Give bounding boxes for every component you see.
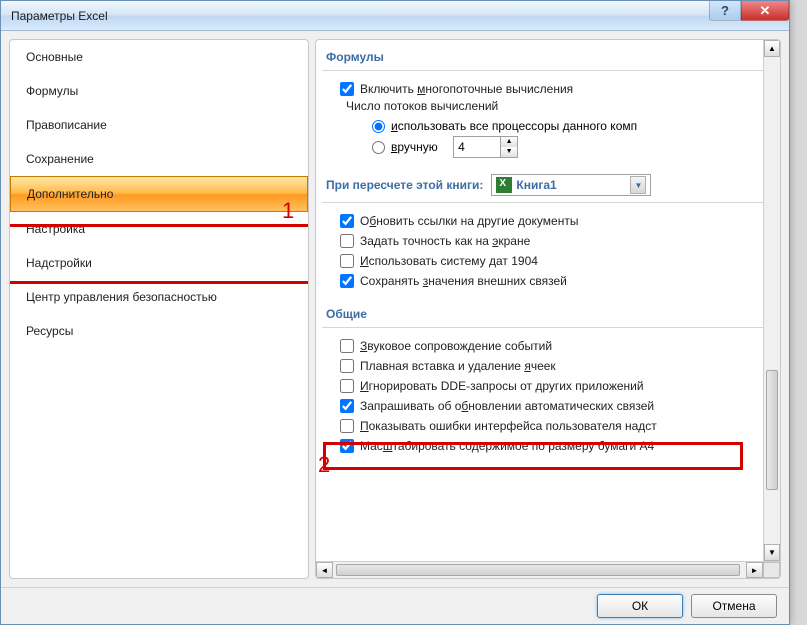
checkbox-update-links[interactable] — [340, 214, 354, 228]
label-external-links: Сохранять значения внешних связей — [360, 274, 567, 288]
options-panel: Формулы Включить многопоточные вычислени… — [315, 39, 781, 579]
checkbox-smooth-insert[interactable] — [340, 359, 354, 373]
checkbox-ignore-dde[interactable] — [340, 379, 354, 393]
label-thread-count: Число потоков вычислений — [322, 99, 780, 113]
checkbox-multithread[interactable] — [340, 82, 354, 96]
excel-options-window: Параметры Excel ? ✕ Основные Формулы Пра… — [0, 0, 790, 625]
help-button[interactable]: ? — [709, 1, 741, 21]
checkbox-precision[interactable] — [340, 234, 354, 248]
vertical-scrollbar[interactable]: ▲ ▼ — [763, 40, 780, 561]
sidebar-item-customize[interactable]: Настройка — [10, 212, 308, 246]
checkbox-ui-errors[interactable] — [340, 419, 354, 433]
scroll-right-icon[interactable]: ► — [746, 562, 763, 578]
section-formulas: Формулы — [322, 44, 780, 71]
scroll-down-icon[interactable]: ▼ — [764, 544, 780, 561]
radio-manual-threads[interactable] — [372, 141, 385, 154]
spin-up-icon[interactable]: ▲ — [501, 137, 517, 147]
thread-count-spinner[interactable]: ▲▼ — [453, 136, 518, 158]
label-ignore-dde: Игнорировать DDE-запросы от других прило… — [360, 379, 644, 393]
label-ask-update: Запрашивать об обновлении автоматических… — [360, 399, 654, 413]
dialog-footer: ОК Отмена — [1, 587, 789, 623]
section-general: Общие — [322, 301, 780, 328]
annotation-number-2-overlay: 2 — [318, 452, 330, 478]
checkbox-1904[interactable] — [340, 254, 354, 268]
section-recalc: При пересчете этой книги: Книга1 ▼ — [322, 168, 780, 203]
sidebar-item-formulas[interactable]: Формулы — [10, 74, 308, 108]
hscroll-thumb[interactable] — [336, 564, 740, 576]
sidebar-item-advanced[interactable]: Дополнительно — [10, 176, 308, 212]
label-manual: вручную — [391, 140, 438, 154]
label-update-links: Обновить ссылки на другие документы — [360, 214, 578, 228]
excel-icon — [496, 177, 512, 193]
close-button[interactable]: ✕ — [741, 1, 789, 21]
label-multithread: Включить многопоточные вычисления — [360, 82, 573, 96]
ok-button[interactable]: ОК — [597, 594, 683, 618]
category-sidebar: Основные Формулы Правописание Сохранение… — [9, 39, 309, 579]
workbook-name: Книга1 — [516, 178, 556, 192]
checkbox-external-links[interactable] — [340, 274, 354, 288]
label-smooth-insert: Плавная вставка и удаление ячеек — [360, 359, 556, 373]
annotation-number-1: 1 — [282, 198, 294, 224]
sidebar-item-trust-center[interactable]: Центр управления безопасностью — [10, 280, 308, 314]
titlebar[interactable]: Параметры Excel ? ✕ — [1, 1, 789, 31]
scroll-up-icon[interactable]: ▲ — [764, 40, 780, 57]
label-precision: Задать точность как на экране — [360, 234, 530, 248]
cancel-button[interactable]: Отмена — [691, 594, 777, 618]
sidebar-item-general[interactable]: Основные — [10, 40, 308, 74]
label-use-all-processors: использовать все процессоры данного комп — [391, 119, 637, 133]
checkbox-sound[interactable] — [340, 339, 354, 353]
sidebar-item-resources[interactable]: Ресурсы — [10, 314, 308, 348]
label-scale-a4: Масштабировать содержимое по размеру бум… — [360, 439, 654, 453]
checkbox-ask-update[interactable] — [340, 399, 354, 413]
radio-use-all-processors[interactable] — [372, 120, 385, 133]
sidebar-item-save[interactable]: Сохранение — [10, 142, 308, 176]
window-title: Параметры Excel — [11, 9, 108, 23]
horizontal-scrollbar[interactable]: ◄ ► — [316, 561, 780, 578]
sidebar-item-proofing[interactable]: Правописание — [10, 108, 308, 142]
checkbox-scale-a4[interactable] — [340, 439, 354, 453]
thread-count-input[interactable] — [454, 137, 500, 157]
sidebar-item-addins[interactable]: Надстройки — [10, 246, 308, 280]
label-sound: Звуковое сопровождение событий — [360, 339, 552, 353]
label-ui-errors: Показывать ошибки интерфейса пользовател… — [360, 419, 657, 433]
label-1904: Использовать систему дат 1904 — [360, 254, 538, 268]
scroll-left-icon[interactable]: ◄ — [316, 562, 333, 578]
workbook-combo[interactable]: Книга1 ▼ — [491, 174, 651, 196]
chevron-down-icon[interactable]: ▼ — [630, 176, 646, 194]
spin-down-icon[interactable]: ▼ — [501, 147, 517, 157]
scroll-corner — [763, 562, 780, 578]
scroll-thumb[interactable] — [766, 370, 778, 490]
